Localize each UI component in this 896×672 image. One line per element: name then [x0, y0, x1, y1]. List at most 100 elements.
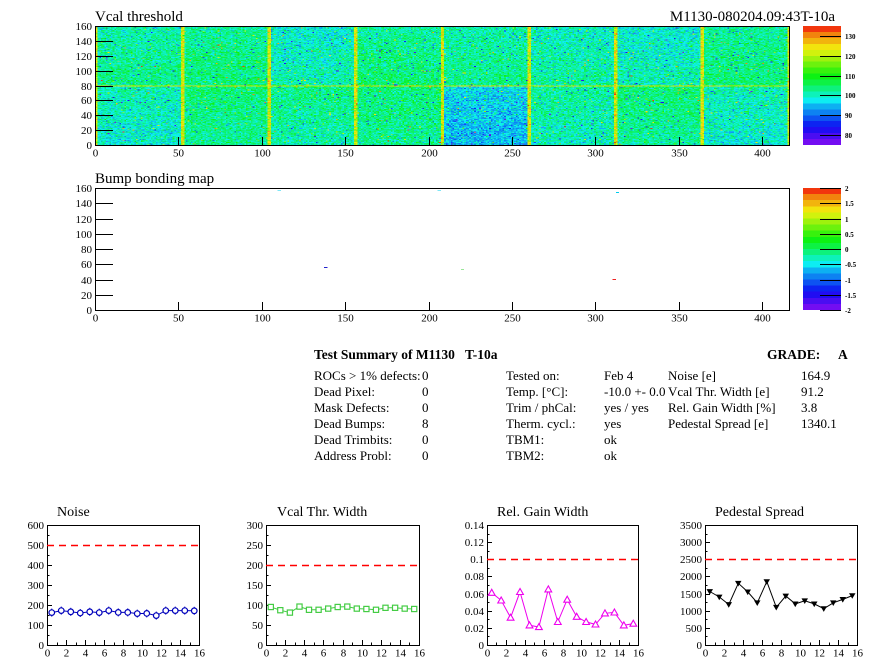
pedestal_spread_per_roc-axes: 0246810121416050010001500200025003000350… — [680, 520, 864, 660]
svg-text:80: 80 — [81, 244, 93, 256]
svg-text:1000: 1000 — [680, 606, 703, 618]
svg-text:0.02: 0.02 — [465, 623, 484, 635]
summary-label: Dead Bumps: — [314, 416, 385, 432]
summary-label: Pedestal Spread [e] — [668, 416, 768, 432]
summary-value: ok — [604, 448, 617, 464]
svg-text:1500: 1500 — [680, 589, 703, 601]
svg-text:6: 6 — [542, 648, 548, 660]
svg-text:-2: -2 — [845, 307, 851, 315]
svg-text:16: 16 — [414, 648, 426, 660]
svg-text:120: 120 — [76, 214, 93, 226]
svg-text:300: 300 — [587, 148, 604, 160]
svg-text:0.1: 0.1 — [470, 554, 484, 566]
grade-label: GRADE: — [767, 347, 820, 363]
svg-text:16: 16 — [852, 648, 864, 660]
svg-text:10: 10 — [795, 648, 807, 660]
vcal-threshold-map-title: Vcal threshold — [95, 9, 183, 26]
summary-value: 164.9 — [801, 368, 830, 384]
svg-text:12: 12 — [376, 648, 387, 660]
svg-text:600: 600 — [28, 520, 45, 532]
summary-value: Feb 4 — [604, 368, 633, 384]
svg-text:2: 2 — [504, 648, 510, 660]
svg-text:150: 150 — [337, 148, 354, 160]
summary-label: Mask Defects: — [314, 400, 389, 416]
svg-text:20: 20 — [81, 290, 93, 302]
svg-text:0: 0 — [87, 140, 93, 152]
summary-label: Therm. cycl.: — [506, 416, 576, 432]
summary-value: 3.8 — [801, 400, 817, 416]
vcal_thr_width_per_roc-axes: 0246810121416050100150200250300 — [247, 520, 426, 660]
svg-text:110: 110 — [845, 73, 856, 81]
summary-label: Temp. [°C]: — [506, 384, 568, 400]
svg-text:90: 90 — [845, 112, 853, 120]
svg-text:0: 0 — [703, 648, 709, 660]
svg-text:50: 50 — [252, 620, 264, 632]
svg-text:14: 14 — [833, 648, 845, 660]
svg-text:100: 100 — [247, 600, 264, 612]
summary-value: 0 — [422, 400, 429, 416]
svg-text:0.06: 0.06 — [465, 589, 485, 601]
svg-text:60: 60 — [81, 95, 93, 107]
summary-label: Noise [e] — [668, 368, 716, 384]
svg-text:0: 0 — [93, 148, 99, 160]
svg-text:150: 150 — [337, 313, 354, 325]
summary-subtitle: T-10a — [465, 347, 498, 363]
svg-text:0.14: 0.14 — [465, 520, 485, 532]
summary-value: 0 — [422, 368, 429, 384]
svg-text:12: 12 — [595, 648, 606, 660]
svg-text:0: 0 — [258, 640, 264, 652]
noise-plot-title: Noise — [57, 505, 90, 521]
svg-text:6: 6 — [760, 648, 766, 660]
svg-text:250: 250 — [247, 540, 264, 552]
svg-text:80: 80 — [81, 81, 93, 93]
summary-label: Tested on: — [506, 368, 560, 384]
noise_per_roc-axes: 02468101214160100200300400500600 — [28, 520, 206, 660]
svg-text:2: 2 — [845, 185, 849, 193]
svg-text:100: 100 — [76, 229, 93, 241]
svg-text:140: 140 — [76, 198, 93, 210]
svg-text:300: 300 — [247, 520, 264, 532]
svg-text:8: 8 — [341, 648, 347, 660]
svg-text:0: 0 — [264, 648, 270, 660]
svg-text:4: 4 — [523, 648, 529, 660]
svg-text:0: 0 — [697, 640, 703, 652]
rel-gain-width-plot-title: Rel. Gain Width — [497, 505, 588, 521]
svg-text:300: 300 — [28, 580, 45, 592]
svg-text:160: 160 — [76, 21, 93, 33]
svg-text:0: 0 — [39, 640, 45, 652]
svg-text:0: 0 — [87, 305, 93, 317]
svg-text:4: 4 — [302, 648, 308, 660]
svg-text:100: 100 — [28, 620, 45, 632]
summary-label: Address Probl: — [314, 448, 392, 464]
summary-value: 1340.1 — [801, 416, 837, 432]
svg-text:3500: 3500 — [680, 520, 703, 532]
svg-text:0.12: 0.12 — [465, 537, 484, 549]
svg-text:2: 2 — [283, 648, 289, 660]
summary-label: TBM2: — [506, 448, 544, 464]
svg-text:12: 12 — [156, 648, 167, 660]
svg-text:2000: 2000 — [680, 571, 703, 583]
svg-text:120: 120 — [76, 51, 93, 63]
grade-value: A — [838, 347, 848, 363]
summary-label: TBM1: — [506, 432, 544, 448]
summary-value: yes / yes — [604, 400, 649, 416]
svg-text:0: 0 — [93, 313, 99, 325]
svg-text:0.04: 0.04 — [465, 606, 485, 618]
bump-bonding-heatmap — [96, 189, 789, 309]
svg-text:200: 200 — [421, 148, 438, 160]
svg-text:120: 120 — [845, 53, 856, 61]
svg-text:0: 0 — [479, 640, 485, 652]
module-test-report-page: Vcal threshold M1130-080204.09:43T-10a B… — [0, 0, 896, 672]
summary-value: 0 — [422, 384, 429, 400]
svg-text:4: 4 — [741, 648, 747, 660]
pedestal_spread_per_roc-series — [705, 560, 857, 612]
summary-value: -10.0 +- 0.0 — [604, 384, 666, 400]
rel_gain_width_per_roc-axes: 024681012141600.020.040.060.080.10.120.1… — [465, 520, 645, 660]
svg-text:100: 100 — [76, 66, 93, 78]
svg-text:2500: 2500 — [680, 554, 703, 566]
bump-bonding-map-title: Bump bonding map — [95, 171, 214, 188]
module-id-title: M1130-080204.09:43T-10a — [600, 9, 835, 26]
svg-text:500: 500 — [28, 540, 45, 552]
svg-text:6: 6 — [321, 648, 327, 660]
pedestal-spread-plot-title: Pedestal Spread — [715, 505, 804, 521]
